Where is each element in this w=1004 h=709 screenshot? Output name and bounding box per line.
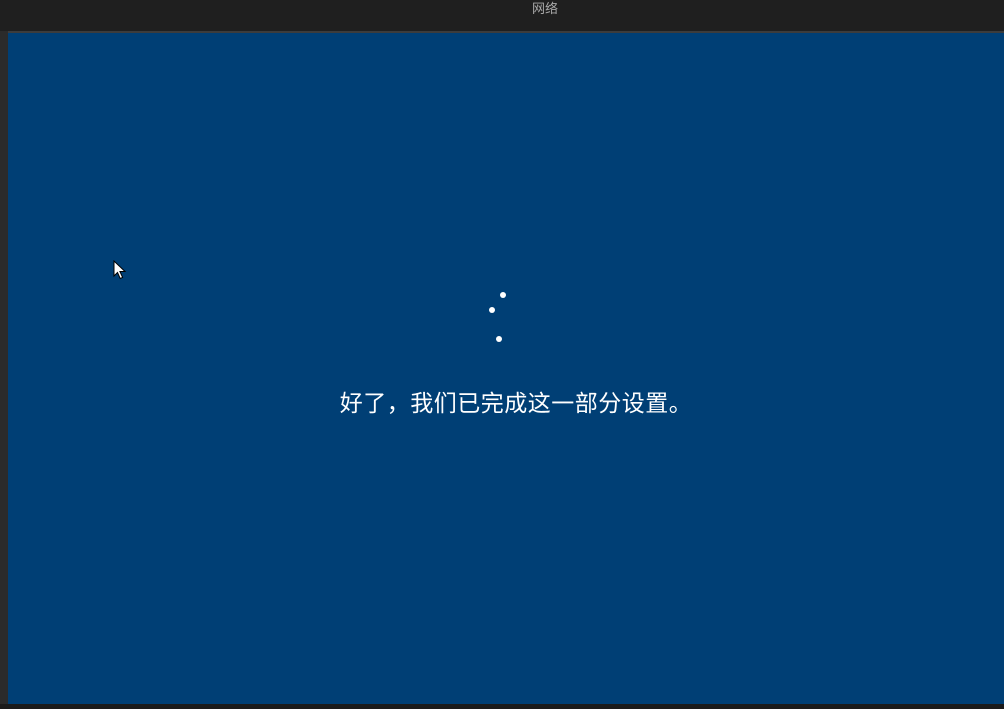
window-left-edge	[0, 31, 8, 709]
tab-network[interactable]: 网络	[448, 0, 642, 33]
setup-status-message: 好了，我们已完成这一部分设置。	[339, 391, 693, 417]
setup-screen: 好了，我们已完成这一部分设置。	[8, 33, 1004, 704]
top-bar: 网络	[0, 0, 1004, 33]
bottom-edge	[0, 704, 1004, 709]
loading-spinner	[8, 33, 1004, 704]
spinner-dot-2	[489, 307, 495, 313]
spinner-dot-3	[496, 336, 502, 342]
spinner-dot-1	[500, 292, 506, 298]
tab-network-label: 网络	[531, 2, 558, 17]
mouse-pointer-icon	[113, 260, 127, 280]
